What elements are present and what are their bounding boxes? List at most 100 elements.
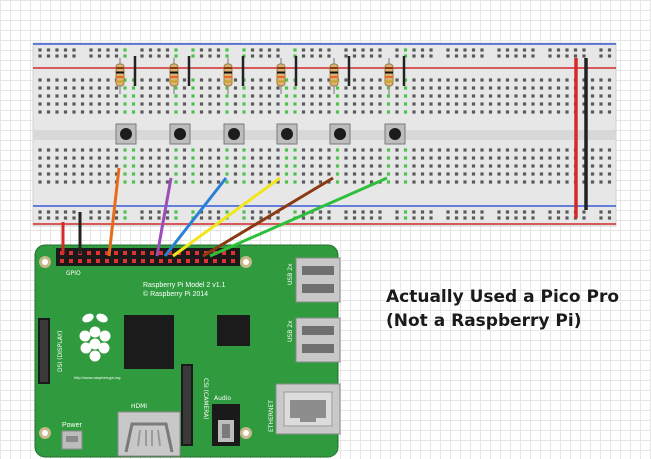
breadboard-hole (267, 172, 272, 176)
breadboard-hole (412, 156, 416, 160)
breadboard-hole (157, 148, 161, 152)
breadboard-hole (599, 164, 603, 168)
resistor-band (116, 80, 124, 83)
breadboard-hole (191, 54, 195, 58)
breadboard-hole (46, 102, 51, 106)
breadboard-hole (310, 78, 314, 82)
breadboard-hole (97, 180, 102, 184)
resistor-band (224, 71, 232, 74)
breadboard-hole (463, 148, 467, 152)
breadboard-hole (114, 148, 119, 152)
breadboard-hole (514, 172, 518, 176)
breadboard-hole (208, 94, 212, 98)
breadboard-hole (310, 164, 314, 168)
breadboard-hole (471, 110, 476, 114)
breadboard-hole (352, 86, 357, 90)
breadboard-hole (548, 148, 552, 152)
breadboard-hole (208, 164, 212, 168)
breadboard-hole (437, 110, 442, 114)
breadboard-hole (488, 172, 493, 176)
caption-line-2: (Not a Raspberry Pi) (386, 311, 582, 331)
breadboard-hole (607, 180, 612, 184)
breadboard-hole (463, 164, 467, 168)
breadboard-hole (531, 164, 535, 168)
breadboard-hole (471, 164, 476, 168)
gpio-label: GPIO (66, 270, 81, 277)
breadboard-hole (497, 110, 501, 114)
breadboard-hole (199, 48, 204, 52)
breadboard-hole (233, 156, 238, 160)
breadboard-hole (216, 102, 221, 106)
breadboard-hole (216, 164, 221, 168)
breadboard-hole (429, 172, 433, 176)
breadboard-hole (369, 102, 374, 106)
breadboard-hole (522, 94, 527, 98)
gpio-pin (231, 251, 235, 255)
push-button-cap (174, 128, 186, 140)
breadboard-hole (38, 48, 42, 52)
breadboard-hole (412, 86, 416, 90)
breadboard-hole (437, 86, 442, 90)
breadboard-hole (38, 86, 42, 90)
breadboard-hole (55, 54, 59, 58)
breadboard-hole (429, 216, 433, 220)
breadboard-hole (55, 216, 59, 220)
breadboard-hole (514, 110, 518, 114)
breadboard-hole (267, 164, 272, 168)
breadboard-hole (123, 86, 127, 90)
breadboard-hole (463, 78, 467, 82)
breadboard-hole (140, 164, 144, 168)
breadboard-hole (97, 102, 102, 106)
breadboard-hole (327, 148, 331, 152)
breadboard-hole (106, 180, 110, 184)
breadboard-hole (505, 48, 510, 52)
breadboard-hole (497, 48, 501, 52)
breadboard-hole (301, 94, 306, 98)
breadboard-hole (497, 94, 501, 98)
breadboard-hole (157, 110, 161, 114)
breadboard-hole (276, 94, 280, 98)
breadboard-hole (310, 86, 314, 90)
breadboard-hole (403, 210, 408, 214)
breadboard-hole (165, 94, 170, 98)
breadboard-hole (480, 54, 484, 58)
breadboard-hole (463, 102, 467, 106)
breadboard-hole (522, 216, 527, 220)
breadboard-hole (599, 78, 603, 82)
breadboard-hole (420, 86, 425, 90)
breadboard-hole (293, 210, 297, 214)
breadboard-hole (250, 54, 255, 58)
breadboard-hole (148, 78, 153, 82)
breadboard-hole (480, 164, 484, 168)
breadboard-hole (497, 172, 501, 176)
breadboard-hole (165, 164, 170, 168)
breadboard-hole (242, 216, 246, 220)
breadboard-hole (590, 102, 595, 106)
breadboard-hole (72, 216, 76, 220)
breadboard-hole (233, 78, 238, 82)
breadboard-hole (531, 78, 535, 82)
breadboard-hole (369, 48, 374, 52)
breadboard-hole (599, 86, 603, 90)
breadboard-hole (106, 172, 110, 176)
breadboard-hole (565, 86, 569, 90)
breadboard-hole (80, 102, 85, 106)
resistor-band (277, 76, 285, 78)
breadboard-hole (327, 156, 331, 160)
breadboard-hole (599, 54, 603, 58)
breadboard-hole (267, 48, 272, 52)
breadboard-hole (276, 86, 280, 90)
breadboard-hole (607, 48, 612, 52)
breadboard-hole (140, 156, 144, 160)
breadboard-hole (182, 156, 187, 160)
breadboard-hole (344, 164, 348, 168)
breadboard-hole (80, 110, 85, 114)
breadboard-hole (55, 148, 59, 152)
breadboard-hole (318, 48, 323, 52)
breadboard-hole (318, 148, 323, 152)
breadboard-hole (80, 164, 85, 168)
breadboard-hole (454, 86, 459, 90)
breadboard-hole (284, 172, 289, 176)
breadboard-hole (403, 94, 408, 98)
breadboard-hole (174, 48, 178, 52)
